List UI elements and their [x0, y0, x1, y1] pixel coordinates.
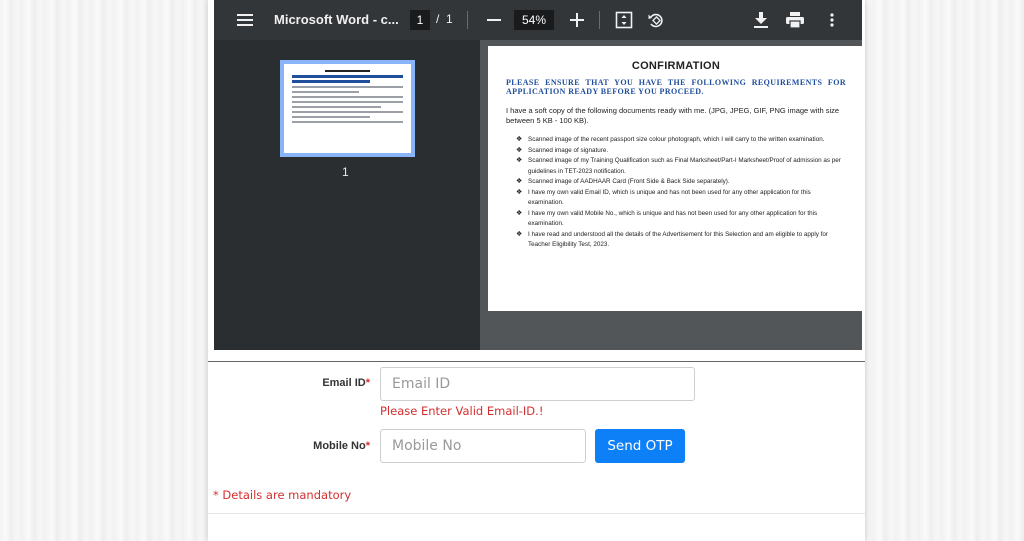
mobile-label-text: Mobile No: [313, 440, 366, 452]
pdf-page: CONFIRMATION Please ensure that you have…: [488, 46, 862, 311]
pdf-page-area: CONFIRMATION Please ensure that you have…: [480, 40, 862, 350]
list-item-text: I have my own valid Email ID, which is u…: [528, 188, 811, 207]
email-error-message: Please Enter Valid Email-ID.!: [380, 404, 544, 418]
divider: [208, 513, 865, 514]
thumbnail-page-number: 1: [342, 165, 349, 179]
page-count: / 1: [436, 12, 453, 26]
doc-intro: I have a soft copy of the following docu…: [506, 106, 840, 125]
email-label: Email ID*: [288, 377, 370, 389]
mandatory-note: * Details are mandatory: [213, 488, 352, 502]
email-field[interactable]: Email ID: [380, 367, 695, 401]
thumbnail-sidebar: 1: [214, 40, 480, 350]
requirements-list: ❖ Scanned image of the recent passport si…: [506, 135, 846, 251]
list-item: ❖ Scanned image of signature.: [516, 146, 609, 154]
registration-card: Microsoft Word - c... 1 / 1 54% 1 CONFIR…: [208, 0, 865, 541]
list-item: ❖ I have read and understood all the deta…: [516, 230, 828, 249]
list-item: ❖ Scanned image of my Training Qualificat…: [516, 157, 841, 175]
print-icon[interactable]: [784, 10, 806, 30]
list-item-text: I have read and understood all the detai…: [528, 230, 828, 249]
list-item: ❖ Scanned image of AADHAAR Card (Front Si…: [516, 178, 730, 185]
list-item-text: Scanned image of AADHAAR Card (Front Sid…: [528, 178, 730, 185]
list-item: ❖ I have my own valid Email ID, which is …: [516, 188, 811, 207]
rotate-icon[interactable]: [646, 10, 666, 30]
list-item: ❖ Scanned image of the recent passport si…: [516, 136, 825, 143]
list-item-text: Scanned image of the recent passport siz…: [528, 136, 825, 143]
send-otp-button[interactable]: Send OTP: [595, 429, 685, 463]
page-number-input[interactable]: 1: [410, 10, 430, 30]
toolbar-divider: [599, 11, 600, 29]
mobile-field[interactable]: Mobile No: [380, 429, 586, 463]
mobile-label: Mobile No*: [288, 440, 370, 452]
required-mark: *: [365, 440, 370, 452]
required-mark: *: [365, 377, 370, 389]
total-pages: 1: [446, 12, 453, 26]
zoom-out-icon[interactable]: [485, 11, 503, 29]
list-item: ❖ I have my own valid Mobile No., which i…: [516, 209, 818, 228]
zoom-level-input[interactable]: 54%: [514, 10, 554, 30]
menu-icon[interactable]: [236, 11, 254, 29]
doc-heading: Please ensure that you have the followin…: [506, 78, 846, 96]
document-title: Microsoft Word - c...: [274, 12, 399, 27]
more-vert-icon[interactable]: [826, 10, 838, 30]
page-separator: /: [436, 12, 440, 26]
download-icon[interactable]: [751, 10, 771, 30]
list-item-text: I have my own valid Mobile No., which is…: [528, 209, 818, 228]
pdf-toolbar: Microsoft Word - c... 1 / 1 54%: [214, 0, 862, 40]
doc-title: CONFIRMATION: [631, 60, 721, 72]
email-label-text: Email ID: [322, 377, 366, 389]
page-thumbnail[interactable]: [280, 60, 415, 157]
pdf-viewer: Microsoft Word - c... 1 / 1 54% 1 CONFIR…: [214, 0, 862, 350]
toolbar-divider: [467, 11, 468, 29]
zoom-in-icon[interactable]: [568, 11, 586, 29]
fit-page-icon[interactable]: [614, 10, 634, 30]
divider: [208, 361, 865, 362]
list-item-text: Scanned image of my Training Qualificati…: [528, 157, 841, 175]
list-item-text: Scanned image of signature.: [528, 146, 609, 154]
